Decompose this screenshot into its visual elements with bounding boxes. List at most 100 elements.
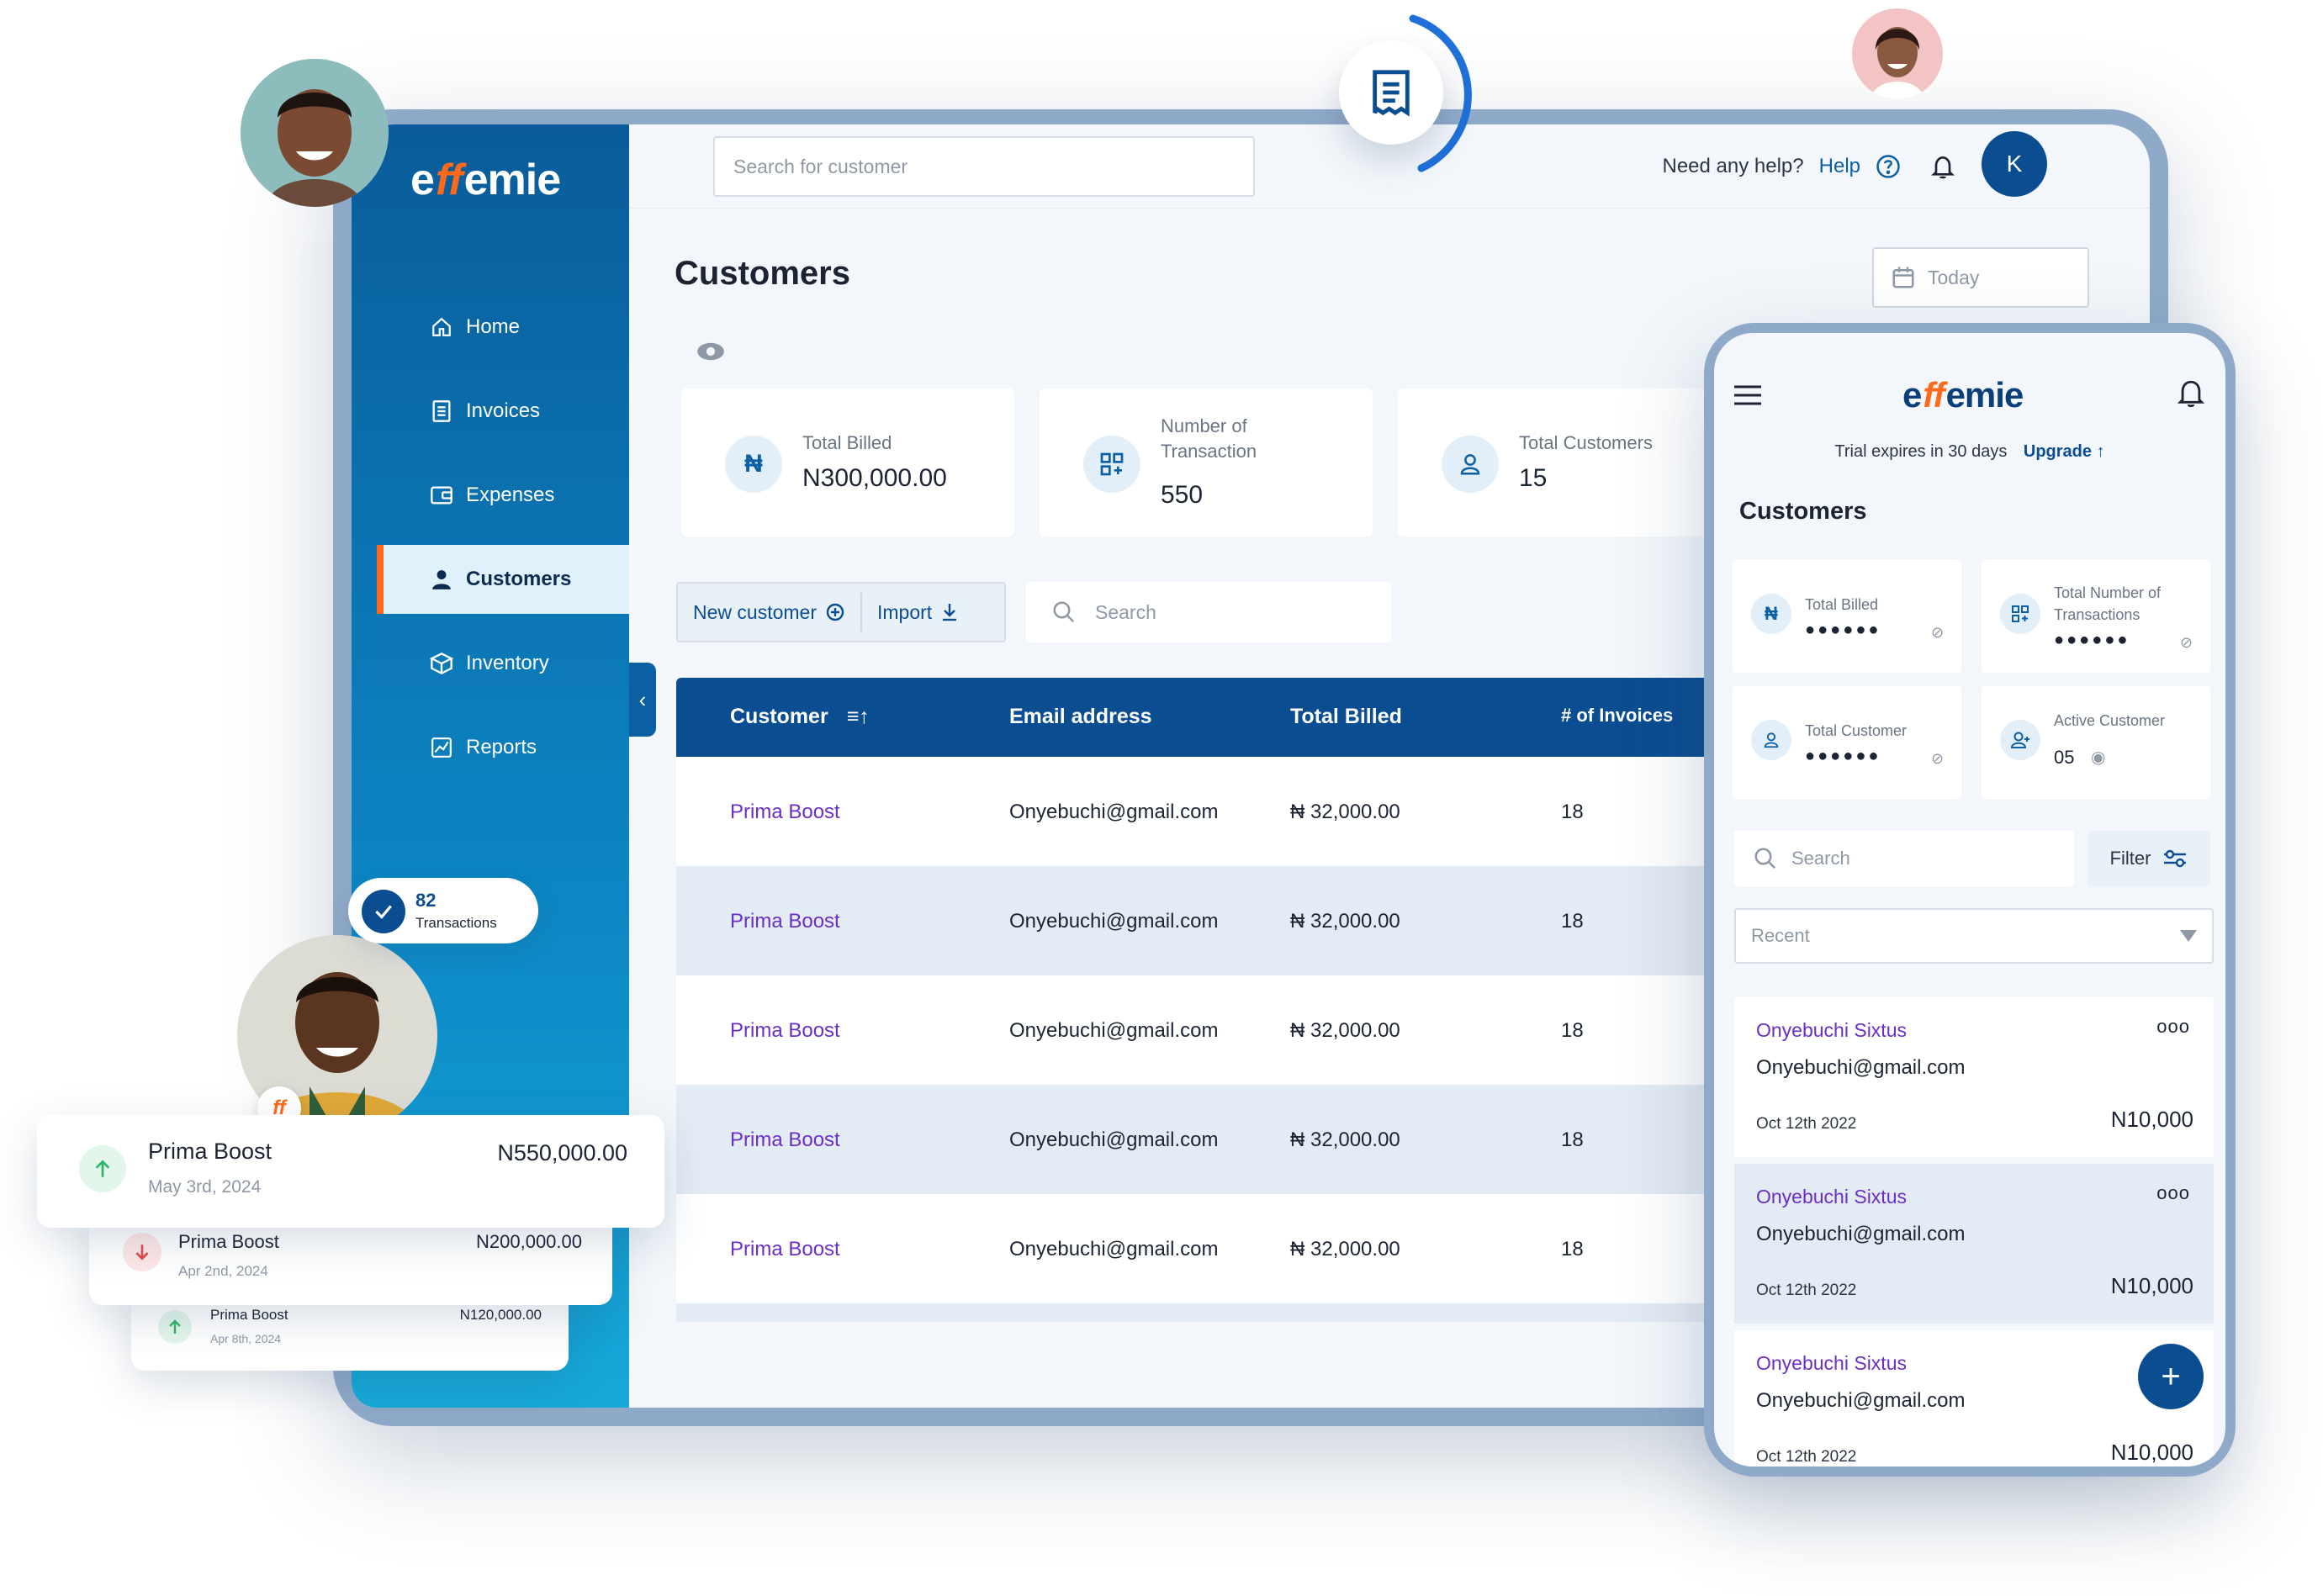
eye-off-icon[interactable]: ⊘: [2180, 634, 2193, 652]
receipt-icon: [1339, 40, 1443, 145]
page-title: Customers: [675, 255, 850, 292]
more-options-icon[interactable]: ooo: [2156, 1182, 2190, 1204]
eye-icon[interactable]: [696, 341, 725, 366]
transaction-amount: N550,000.00: [497, 1140, 627, 1165]
sliders-icon: [2164, 849, 2187, 868]
date-filter-label: Today: [1928, 266, 1980, 288]
new-customer-button[interactable]: New customer: [678, 601, 860, 624]
stat-label: Total Billed: [802, 432, 892, 453]
sidebar-item-invoices[interactable]: Invoices: [377, 377, 629, 446]
list-item[interactable]: Onyebuchi Sixtus ooo Onyebuchi@gmail.com…: [1734, 997, 2214, 1157]
eye-off-icon[interactable]: ⊘: [1931, 624, 1944, 642]
filter-button[interactable]: Filter: [2088, 831, 2210, 886]
chart-icon: [429, 735, 454, 760]
mobile-card-total-billed: ₦ Total Billed ●●●●●● ⊘: [1733, 560, 1961, 673]
chevron-down-icon: [2180, 930, 2197, 942]
customer-name-link[interactable]: Onyebuchi Sixtus: [1756, 1352, 1907, 1375]
list-item[interactable]: Onyebuchi Sixtus Onyebuchi@gmail.com Oct…: [1734, 1330, 2214, 1467]
sidebar-item-label: Reports: [466, 736, 537, 758]
customer-name-link[interactable]: Prima Boost: [730, 1019, 840, 1043]
transactions-label: Transactions: [415, 915, 497, 931]
eye-icon[interactable]: ◉: [2091, 747, 2105, 768]
customer-billed: ₦ 32,000.00: [1290, 910, 1400, 933]
customer-email: Onyebuchi@gmail.com: [1756, 1056, 1966, 1079]
customer-billed: ₦ 32,000.00: [1290, 1019, 1400, 1042]
user-avatar[interactable]: K: [1982, 131, 2047, 197]
customer-email: Onyebuchi@gmail.com: [1756, 1389, 1966, 1412]
table-row[interactable]: Prima Boost Onyebuchi@gmail.com ₦ 32,000…: [676, 1085, 1770, 1194]
column-header-email[interactable]: Email address: [1009, 705, 1152, 729]
add-customer-fab[interactable]: +: [2138, 1344, 2204, 1409]
download-icon: [943, 604, 957, 621]
question-icon[interactable]: [1876, 154, 1901, 179]
sidebar-item-customers[interactable]: Customers: [377, 545, 629, 614]
stat-value: 15: [1519, 464, 1548, 492]
customer-name-link[interactable]: Prima Boost: [730, 1238, 840, 1261]
table-row[interactable]: Prima Boost Onyebuchi@gmail.com ₦ 32,000…: [676, 757, 1770, 866]
transaction-name: Prima Boost: [148, 1139, 273, 1164]
customer-name-link[interactable]: Prima Boost: [730, 1128, 840, 1152]
import-button[interactable]: Import: [862, 601, 974, 624]
column-header-invoices[interactable]: # of Invoices: [1561, 705, 1673, 727]
card-label: Active Customer: [2054, 712, 2166, 729]
sidebar-item-inventory[interactable]: Inventory: [377, 629, 629, 698]
search-icon: [1053, 601, 1075, 623]
brand-logo[interactable]: e ff emie: [1902, 362, 2024, 429]
table-row[interactable]: Prima Boost Onyebuchi@gmail.com ₦ 32,000…: [676, 866, 1770, 975]
home-icon: [429, 314, 454, 340]
user-outline-icon: [1751, 720, 1791, 760]
customer-invoices: 18: [1561, 1019, 1584, 1042]
card-label: Total Billed: [1805, 596, 1879, 613]
mobile-card-transactions: Total Number of Transactions ●●●●●● ⊘: [1982, 560, 2210, 673]
menu-icon[interactable]: [1733, 383, 1763, 411]
customer-name-link[interactable]: Onyebuchi Sixtus: [1756, 1186, 1907, 1208]
sidebar-item-label: Inventory: [466, 652, 549, 674]
list-item[interactable]: Onyebuchi Sixtus ooo Onyebuchi@gmail.com…: [1734, 1164, 2214, 1324]
check-icon: [362, 890, 405, 933]
naira-icon: ₦: [1751, 594, 1791, 634]
naira-icon: ₦: [725, 436, 782, 493]
sort-select[interactable]: Recent: [1734, 908, 2214, 964]
date-filter[interactable]: Today: [1872, 247, 2089, 308]
stat-value: N300,000.00: [802, 464, 947, 492]
customer-email: Onyebuchi@gmail.com: [1009, 1128, 1219, 1151]
mobile-search-input[interactable]: Search: [1734, 831, 2074, 886]
user-plus-icon: [2000, 720, 2040, 760]
customer-name-link[interactable]: Prima Boost: [730, 910, 840, 933]
customer-search-input[interactable]: Search for customer: [713, 136, 1255, 197]
table-row[interactable]: Prima Boost Onyebuchi@gmail.com ₦ 32,000…: [676, 1194, 1770, 1303]
bell-icon[interactable]: [2177, 377, 2205, 413]
customer-name-link[interactable]: Onyebuchi Sixtus: [1756, 1019, 1907, 1042]
customer-invoices: 18: [1561, 801, 1584, 823]
sidebar-item-expenses[interactable]: Expenses: [377, 461, 629, 530]
upgrade-link[interactable]: Upgrade ↑: [2024, 442, 2105, 461]
arrow-up-icon: [158, 1310, 192, 1344]
brand-logo[interactable]: e ff emie: [410, 146, 561, 214]
box-icon: [429, 651, 454, 676]
sidebar-item-label: Home: [466, 315, 521, 338]
customer-date: Oct 12th 2022: [1756, 1282, 1857, 1299]
customer-actions: New customer Import: [676, 582, 1006, 642]
stat-card-transactions: Number of Transaction 550: [1040, 388, 1373, 536]
customer-date: Oct 12th 2022: [1756, 1448, 1857, 1466]
arrow-up-icon: [79, 1145, 126, 1192]
eye-off-icon[interactable]: ⊘: [1931, 750, 1944, 768]
sidebar-item-reports[interactable]: Reports: [377, 713, 629, 782]
bell-icon[interactable]: [1929, 153, 1956, 180]
table-header: Customer ≡↑ Email address Total Billed # …: [676, 678, 1770, 757]
table-search-input[interactable]: Search: [1026, 582, 1391, 642]
customer-name-link[interactable]: Prima Boost: [730, 801, 840, 824]
transaction-name: Prima Boost: [210, 1307, 288, 1323]
more-options-icon[interactable]: ooo: [2156, 1016, 2190, 1038]
sidebar-collapse-button[interactable]: ‹: [629, 663, 656, 737]
column-header-billed[interactable]: Total Billed: [1290, 705, 1402, 729]
column-header-customer[interactable]: Customer ≡↑: [730, 705, 870, 729]
trial-banner: Trial expires in 30 days Upgrade ↑: [1834, 442, 2105, 461]
sidebar-item-home[interactable]: Home: [377, 293, 629, 362]
table-row[interactable]: Prima Boost Onyebuchi@gmail.com ₦ 32,000…: [676, 975, 1770, 1085]
help-link[interactable]: Help: [1819, 155, 1860, 178]
stat-label: Total Customers: [1519, 432, 1653, 453]
mobile-page-title: Customers: [1739, 498, 1867, 525]
help-area: Need any help? Help: [1663, 136, 1957, 197]
grid-plus-icon: [1083, 436, 1140, 493]
